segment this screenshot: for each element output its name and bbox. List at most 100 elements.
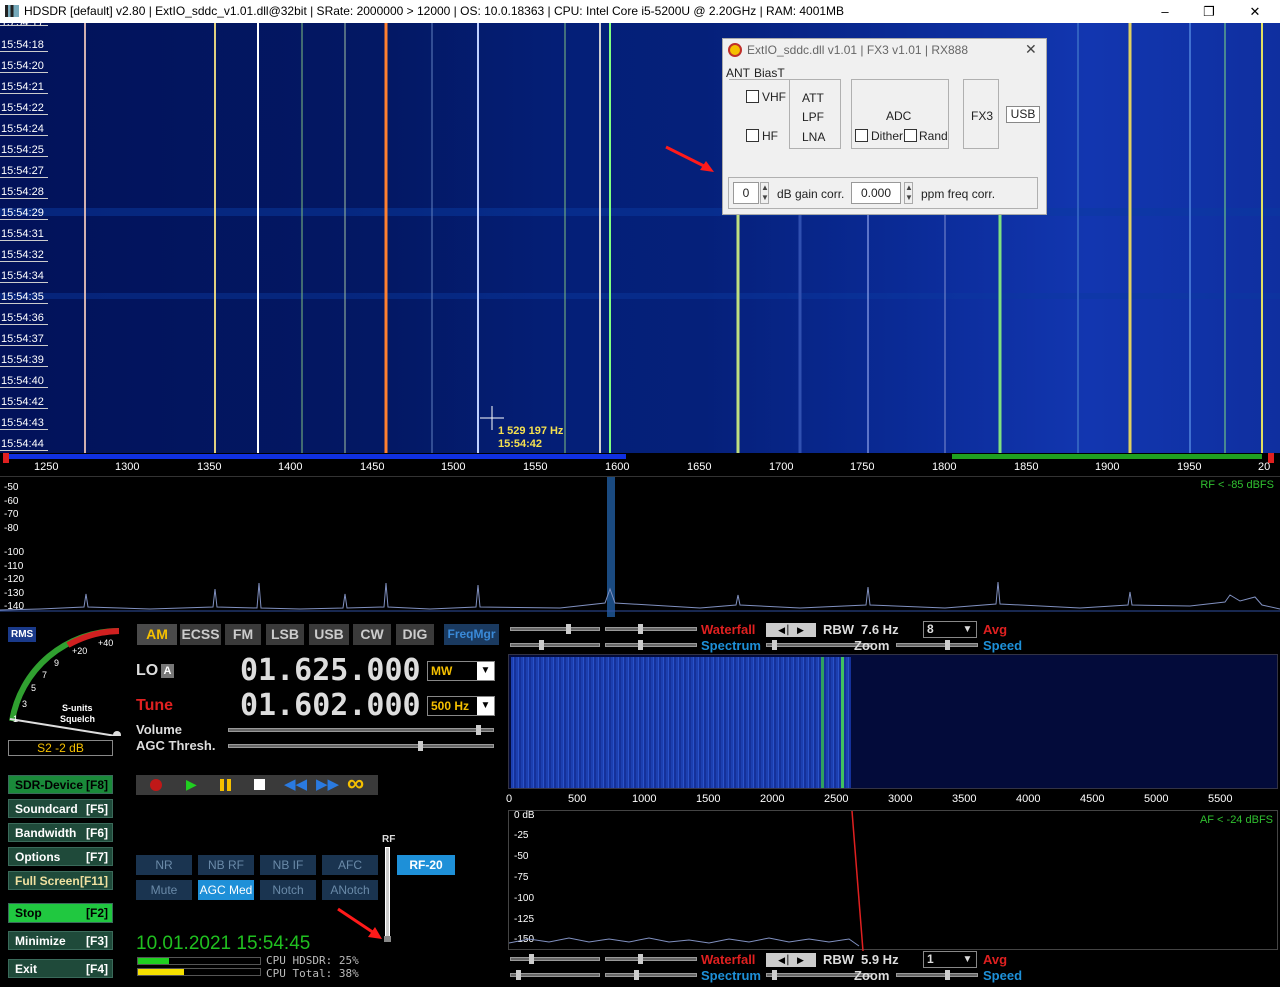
- band-select[interactable]: MW ▼: [427, 661, 495, 681]
- mode-button-fm[interactable]: FM: [225, 624, 261, 645]
- loop-icon[interactable]: ∞: [347, 770, 364, 798]
- af-zoom-knob[interactable]: [772, 970, 777, 980]
- af-waterfall[interactable]: [508, 654, 1278, 789]
- frequency-tick-label: 20: [1258, 461, 1271, 473]
- control-panel: RMS 1 3 5 7 9 +20 +40 S-units Squelch S2…: [0, 617, 1280, 987]
- frequency-scale[interactable]: 1250 1300 1350 1400 1450 1500 1550 1600 1650 1700…: [0, 453, 1280, 475]
- dsp-button-nr[interactable]: NR: [136, 855, 192, 875]
- stop-icon[interactable]: [254, 779, 265, 790]
- record-icon[interactable]: [150, 779, 162, 791]
- af-frequency-scale[interactable]: 0 500 1000 1500 2000 2500 3000 3500 4000 4500 5000…: [506, 790, 1278, 810]
- mode-button-dig[interactable]: DIG: [396, 624, 434, 645]
- volume-slider[interactable]: [228, 725, 494, 735]
- extio-close-icon[interactable]: ✕: [1025, 41, 1037, 58]
- play-icon[interactable]: ▶: [186, 776, 197, 793]
- rf-waterfall[interactable]: 15:54:17 15:54:18 15:54:20 15:54:21 15:54:22…: [0, 17, 1280, 453]
- af-wf-knob-2[interactable]: [638, 954, 643, 964]
- rf-speed-knob[interactable]: [945, 640, 950, 650]
- left-button-exit[interactable]: Exit [F4]: [8, 959, 113, 978]
- rewind-icon[interactable]: ◀◀: [284, 775, 307, 793]
- dither-checkbox[interactable]: [855, 129, 868, 142]
- left-button-key: [F5]: [86, 802, 108, 816]
- minimize-button[interactable]: –: [1142, 0, 1188, 23]
- rf-sp-knob-2[interactable]: [638, 640, 643, 650]
- rand-label: Rand: [919, 129, 948, 143]
- squelch-label: Squelch: [60, 714, 96, 724]
- rf-speed-slider[interactable]: [896, 640, 978, 650]
- af-sp-slider-2[interactable]: [605, 970, 697, 980]
- af-wf-nav[interactable]: ◀ ▏ ▶: [766, 953, 816, 967]
- hf-checkbox[interactable]: [746, 129, 759, 142]
- ppm-spinner[interactable]: ▲ ▼: [904, 182, 913, 204]
- dsp-button-mute[interactable]: Mute: [136, 880, 192, 900]
- af-wf-slider-1[interactable]: [510, 954, 600, 964]
- af-speed-slider[interactable]: [896, 970, 978, 980]
- af-wf-slider-2[interactable]: [605, 954, 697, 964]
- mode-button-usb[interactable]: USB: [309, 624, 349, 645]
- af-avg-select[interactable]: 1 ▼: [923, 951, 977, 968]
- af-frequency-tick-label: 1000: [632, 793, 657, 805]
- agc-thresh-slider[interactable]: [228, 741, 494, 751]
- rf-20-button[interactable]: RF-20: [397, 855, 455, 875]
- af-sp-knob-1[interactable]: [516, 970, 521, 980]
- rf-wf-knob-2[interactable]: [638, 624, 643, 634]
- left-button-full-screen[interactable]: Full Screen [F11]: [8, 871, 113, 890]
- agc-thresh-knob[interactable]: [418, 741, 423, 751]
- lo-a-button[interactable]: A: [161, 664, 174, 678]
- rf-gain-slider[interactable]: [384, 847, 391, 942]
- lo-frequency[interactable]: 01.625.000: [240, 653, 421, 688]
- dsp-button-nb-if[interactable]: NB IF: [260, 855, 316, 875]
- rand-checkbox[interactable]: [904, 129, 917, 142]
- dsp-button-anotch[interactable]: ANotch: [322, 880, 378, 900]
- dsp-button-afc[interactable]: AFC: [322, 855, 378, 875]
- rf-wf-slider-1[interactable]: [510, 624, 600, 634]
- tune-frequency[interactable]: 01.602.000: [240, 688, 421, 723]
- cursor-frequency: 1 529 197 Hz: [498, 425, 564, 437]
- rf-zoom-knob[interactable]: [772, 640, 777, 650]
- pause-icon[interactable]: [220, 779, 224, 791]
- close-button[interactable]: ✕: [1232, 0, 1278, 23]
- af-speed-knob[interactable]: [945, 970, 950, 980]
- af-sp-knob-2[interactable]: [634, 970, 639, 980]
- af-wf-knob-1[interactable]: [529, 954, 534, 964]
- maximize-button[interactable]: ❐: [1186, 0, 1232, 23]
- lpf-label: LPF: [802, 110, 825, 124]
- step-select[interactable]: 500 Hz ▼: [427, 696, 495, 716]
- left-button-stop[interactable]: Stop [F2]: [8, 903, 113, 923]
- left-button-options[interactable]: Options [F7]: [8, 847, 113, 866]
- rf-avg-dropdown-icon: ▼: [959, 622, 976, 637]
- af-sp-slider-1[interactable]: [510, 970, 600, 980]
- ppm-corr-input[interactable]: 0.000: [851, 182, 901, 204]
- time-label: 15:54:32: [0, 249, 48, 262]
- rf-wf-knob-1[interactable]: [566, 624, 571, 634]
- left-button-label: Bandwidth: [15, 826, 77, 840]
- rf-sp-slider-1[interactable]: [510, 640, 600, 650]
- left-button-label: SDR-Device: [15, 778, 84, 792]
- rf-wf-nav[interactable]: ◀ ▏ ▶: [766, 623, 816, 637]
- af-spectrum[interactable]: 0 dB -25 -50 -75 -100 -125 -150 AF < -24 dBFS: [508, 810, 1278, 951]
- mode-button-am[interactable]: AM: [137, 624, 177, 645]
- mode-button-ecss[interactable]: ECSS: [180, 624, 221, 645]
- time-label-partial: 15:54:17: [0, 17, 48, 26]
- left-button-soundcard[interactable]: Soundcard [F5]: [8, 799, 113, 818]
- gain-corr-input[interactable]: 0: [733, 182, 759, 204]
- dsp-button-agc-med[interactable]: AGC Med: [198, 880, 254, 900]
- rf-gain-knob[interactable]: [384, 936, 391, 942]
- mode-button-lsb[interactable]: LSB: [266, 624, 304, 645]
- volume-knob[interactable]: [476, 725, 481, 735]
- dsp-button-notch[interactable]: Notch: [260, 880, 316, 900]
- rf-wf-slider-2[interactable]: [605, 624, 697, 634]
- gain-spinner[interactable]: ▲ ▼: [760, 182, 769, 204]
- left-button-sdr-device[interactable]: SDR-Device [F8]: [8, 775, 113, 794]
- left-button-bandwidth[interactable]: Bandwidth [F6]: [8, 823, 113, 842]
- rf-spectrum[interactable]: -50 -60 -70 -80 -100 -110 -120 -130 -140 RF < -8…: [0, 476, 1280, 617]
- mode-button-cw[interactable]: CW: [353, 624, 391, 645]
- rf-avg-select[interactable]: 8 ▼: [923, 621, 977, 638]
- rf-sp-knob-1[interactable]: [539, 640, 544, 650]
- freqmgr-button[interactable]: FreqMgr: [444, 624, 499, 645]
- fast-forward-icon[interactable]: ▶▶: [316, 775, 339, 793]
- dsp-button-nb-rf[interactable]: NB RF: [198, 855, 254, 875]
- rf-sp-slider-2[interactable]: [605, 640, 697, 650]
- vhf-checkbox[interactable]: [746, 90, 759, 103]
- left-button-minimize[interactable]: Minimize [F3]: [8, 931, 113, 950]
